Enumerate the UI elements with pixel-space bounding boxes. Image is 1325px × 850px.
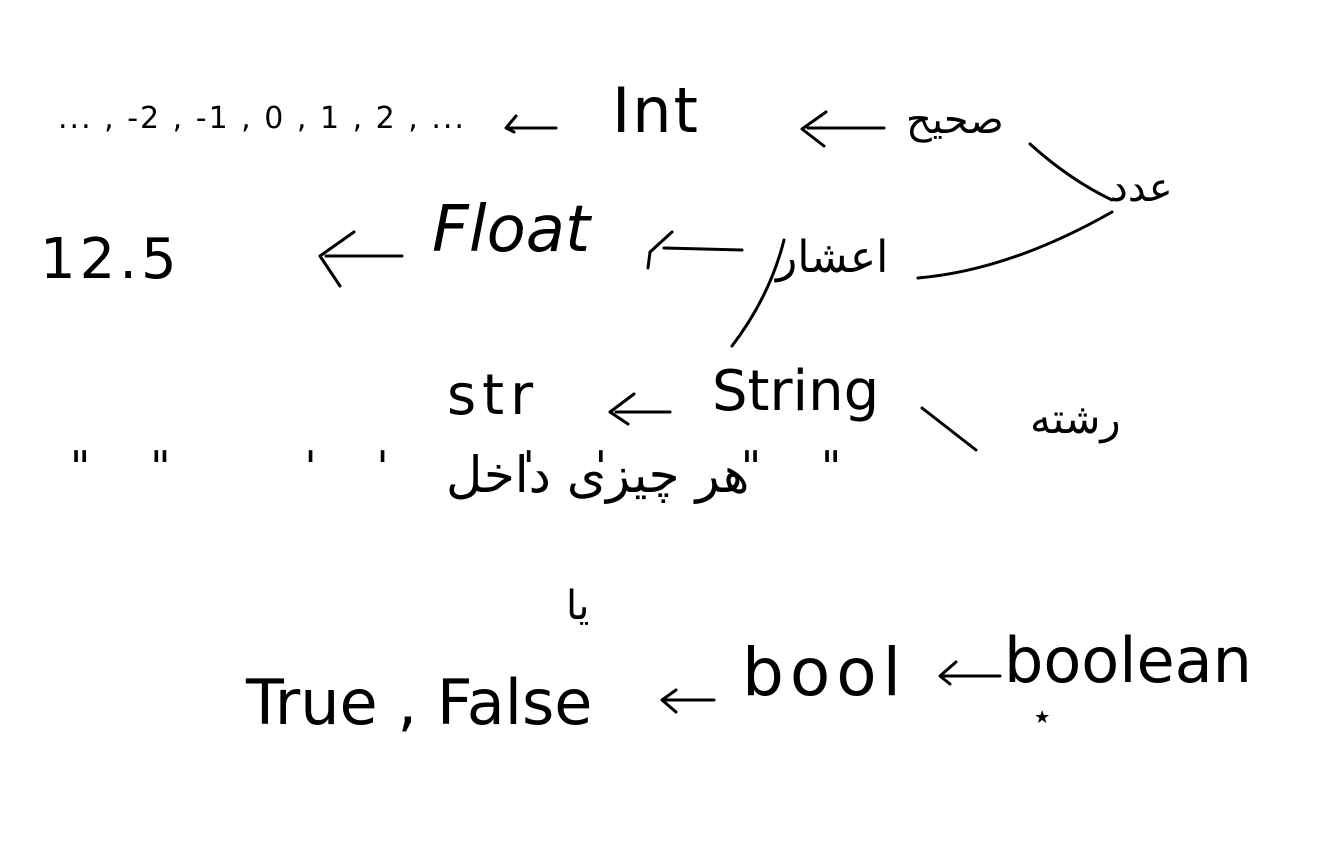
adad-label: عدد — [1110, 165, 1173, 211]
float-label: Float — [432, 193, 591, 267]
ya-label: یا — [566, 583, 590, 629]
arrow-string-to-str — [608, 392, 672, 426]
int-examples: ... , -2 , -1 , 0 , 1 , 2 , ... — [58, 101, 466, 136]
arrow-sahih-to-int — [800, 110, 886, 148]
branch-adad-to-sahih — [1028, 142, 1114, 202]
boolean-label: boolean — [1004, 624, 1252, 697]
sahih-label: صحیح — [906, 97, 1004, 143]
int-label: Int — [612, 74, 700, 147]
arrow-ashar-to-float — [646, 230, 744, 270]
quote-marks: "" '' '' "" — [70, 442, 902, 493]
float-example: 12.5 — [40, 227, 181, 292]
bool-values: True , False — [246, 666, 593, 739]
arrow-int-to-examples — [504, 114, 558, 134]
arrow-bool-to-values — [660, 688, 716, 714]
arrow-boolean-to-bool — [938, 660, 1002, 686]
str-label: str — [447, 363, 540, 428]
bool-label: bool — [742, 634, 907, 711]
line-reshte — [920, 406, 978, 452]
ashar-label: اعشار — [776, 232, 889, 283]
string-label: String — [712, 359, 880, 424]
branch-adad-to-ashar — [916, 210, 1114, 280]
arrow-float-to-number — [318, 230, 404, 288]
reshte-label: رشته — [1030, 394, 1121, 443]
boolean-mark: ٭ — [1034, 699, 1051, 734]
